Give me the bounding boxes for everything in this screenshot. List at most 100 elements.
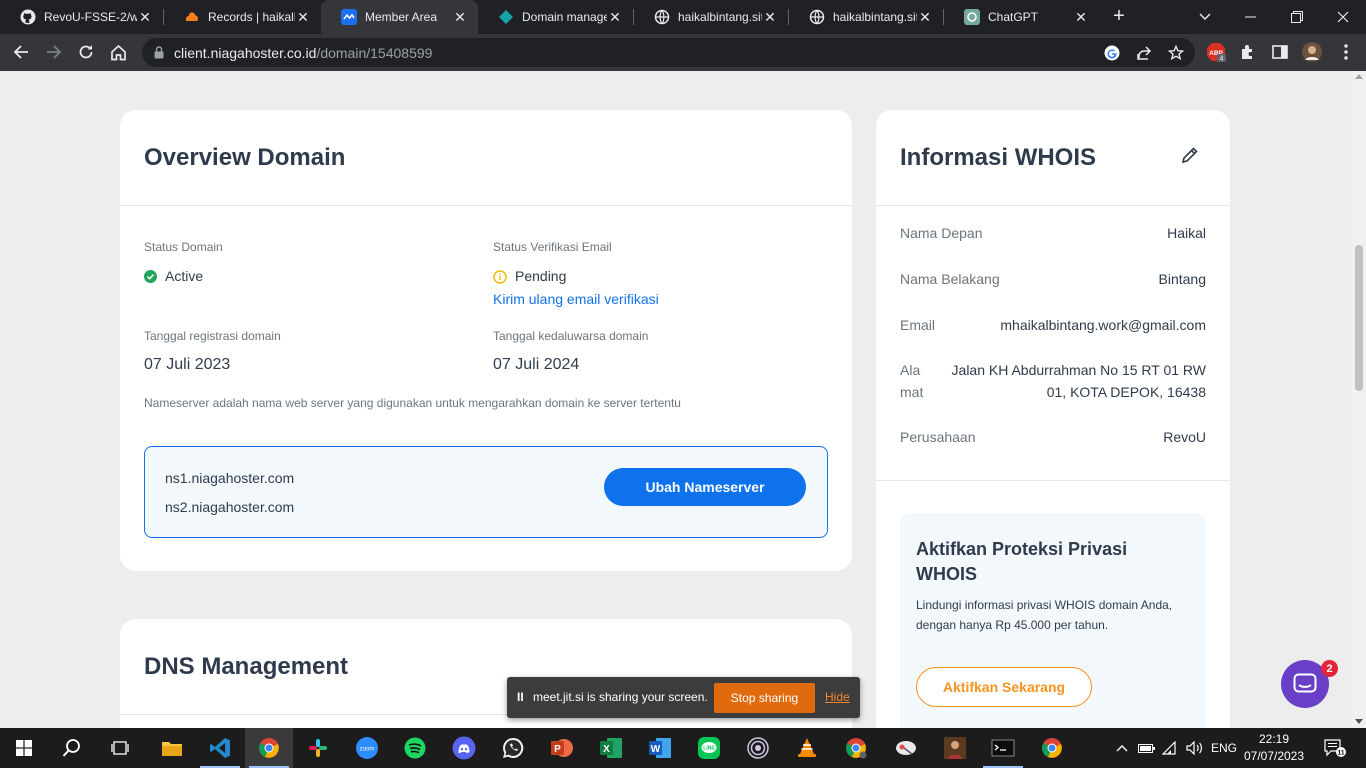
notification-count: 11	[1338, 749, 1345, 756]
tab-site-1[interactable]: haikalbintang.site ✕	[634, 0, 788, 34]
side-panel-icon[interactable]	[1270, 42, 1290, 62]
new-tab-button[interactable]: +	[1108, 5, 1130, 27]
spotify-icon[interactable]	[391, 728, 439, 768]
tab-site-2[interactable]: haikalbintang.site ✕	[789, 0, 943, 34]
tab-records[interactable]: Records | haikalbi ✕	[164, 0, 321, 34]
tab-title: Records | haikalbi	[208, 10, 295, 24]
wifi-icon[interactable]	[1160, 728, 1182, 768]
chevron-down-icon	[1199, 13, 1211, 20]
reload-icon	[79, 45, 93, 59]
chrome-alt-icon[interactable]	[1028, 728, 1076, 768]
minimize-icon	[1245, 16, 1256, 18]
sharing-message: meet.jit.si is sharing your screen.	[533, 690, 708, 704]
chrome-profile-icon[interactable]	[832, 728, 880, 768]
close-icon[interactable]: ✕	[137, 9, 153, 26]
extension-badge: 4	[1220, 56, 1224, 63]
word-icon[interactable]: W	[636, 728, 684, 768]
profile-avatar[interactable]	[1302, 42, 1322, 62]
address-bar[interactable]: client.niagahoster.co.id/domain/15408599	[142, 38, 1195, 67]
close-icon[interactable]: ✕	[607, 9, 623, 26]
pause-icon: II	[517, 690, 524, 704]
status-email-value: Pending	[515, 268, 567, 284]
close-icon[interactable]: ✕	[762, 9, 778, 26]
scroll-up-arrow-icon[interactable]	[1355, 74, 1363, 79]
forward-button[interactable]	[42, 40, 66, 64]
clock[interactable]: 22:19 07/07/2023	[1240, 731, 1308, 765]
chevron-up-icon[interactable]	[1112, 728, 1132, 768]
share-icon[interactable]	[1135, 44, 1153, 62]
close-icon[interactable]: ✕	[452, 9, 468, 26]
domain-manager-icon	[498, 9, 514, 25]
hide-link[interactable]: Hide	[825, 690, 850, 704]
excel-icon[interactable]: X	[587, 728, 635, 768]
search-button[interactable]	[48, 728, 96, 768]
privacy-desc: Lindungi informasi privasi WHOIS domain …	[916, 598, 1173, 632]
svg-text:P: P	[554, 744, 561, 755]
cloudflare-icon	[184, 9, 200, 25]
slack-icon[interactable]	[294, 728, 342, 768]
task-view-button[interactable]	[96, 728, 144, 768]
file-explorer-icon[interactable]	[148, 728, 196, 768]
reg-date-value: 07 Juli 2023	[144, 356, 231, 373]
stop-sharing-button[interactable]: Stop sharing	[714, 683, 815, 713]
activate-privacy-button[interactable]: Aktifkan Sekarang	[916, 667, 1092, 707]
chrome-icon[interactable]	[245, 728, 293, 768]
exp-date-label: Tanggal kedaluwarsa domain	[493, 329, 649, 343]
kebab-menu-icon[interactable]	[1336, 42, 1356, 62]
back-button[interactable]	[9, 40, 33, 64]
scroll-down-arrow-icon[interactable]	[1355, 719, 1363, 724]
task-view-icon	[111, 741, 129, 755]
page-scrollbar[interactable]	[1352, 71, 1366, 728]
check-circle-icon	[144, 270, 157, 288]
language-indicator[interactable]: ENG	[1208, 728, 1240, 768]
bookmark-star-icon[interactable]	[1167, 44, 1185, 62]
tab-domain-manager[interactable]: Domain manager ✕	[478, 0, 633, 34]
vscode-icon[interactable]	[196, 728, 244, 768]
nameserver-box: ns1.niagahoster.com ns2.niagahoster.com …	[144, 446, 828, 538]
close-icon	[1337, 11, 1349, 23]
chatgpt-icon	[964, 9, 980, 25]
scrollbar-thumb[interactable]	[1355, 245, 1363, 391]
restore-button[interactable]	[1274, 0, 1320, 34]
tab-chatgpt[interactable]: ChatGPT ✕	[944, 0, 1099, 34]
discord-icon[interactable]	[440, 728, 488, 768]
close-icon[interactable]: ✕	[1073, 9, 1089, 26]
powerpoint-icon[interactable]: P	[538, 728, 586, 768]
tab-search-button[interactable]	[1182, 0, 1228, 34]
clock-time: 22:19	[1258, 732, 1290, 746]
whois-row-last-name: Nama Belakang Bintang	[900, 271, 1206, 291]
extensions-puzzle-icon[interactable]	[1238, 42, 1258, 62]
start-button[interactable]	[0, 728, 48, 768]
screen-sharing-bar: II meet.jit.si is sharing your screen. S…	[507, 677, 860, 718]
home-button[interactable]	[106, 40, 130, 64]
resend-verification-link[interactable]: Kirim ulang email verifikasi	[493, 291, 659, 307]
dns-title: DNS Management	[144, 653, 349, 680]
close-icon[interactable]: ✕	[917, 9, 933, 26]
edit-pencil-icon[interactable]	[1181, 146, 1199, 169]
adblock-icon[interactable]: ABP 4	[1206, 42, 1226, 62]
tor-browser-icon[interactable]	[734, 728, 782, 768]
reg-date-label: Tanggal registrasi domain	[144, 329, 281, 343]
whatsapp-icon[interactable]	[489, 728, 537, 768]
notification-icon: 11	[1324, 739, 1346, 757]
google-icon[interactable]	[1103, 44, 1121, 62]
tab-github[interactable]: RevoU-FSSE-2/w ✕	[0, 0, 163, 34]
terminal-icon[interactable]	[979, 728, 1027, 768]
volume-icon[interactable]	[1184, 728, 1206, 768]
notification-center-button[interactable]: 11	[1318, 728, 1352, 768]
privacy-title: Aktifkan Proteksi Privasi WHOIS	[916, 539, 1128, 584]
zoom-icon[interactable]: zoom	[343, 728, 391, 768]
close-icon[interactable]: ✕	[295, 9, 311, 26]
snipping-tool-icon[interactable]	[882, 728, 930, 768]
vlc-icon[interactable]	[783, 728, 831, 768]
change-nameserver-button[interactable]: Ubah Nameserver	[604, 468, 806, 506]
close-window-button[interactable]	[1320, 0, 1366, 34]
battery-icon[interactable]	[1136, 728, 1158, 768]
game-app-icon[interactable]	[931, 728, 979, 768]
line-icon[interactable]: LINE	[685, 728, 733, 768]
arrow-left-icon	[13, 45, 28, 59]
svg-text:X: X	[603, 744, 610, 755]
tab-member-area[interactable]: Member Area ✕	[321, 0, 478, 34]
reload-button[interactable]	[74, 40, 98, 64]
minimize-button[interactable]	[1228, 0, 1274, 34]
